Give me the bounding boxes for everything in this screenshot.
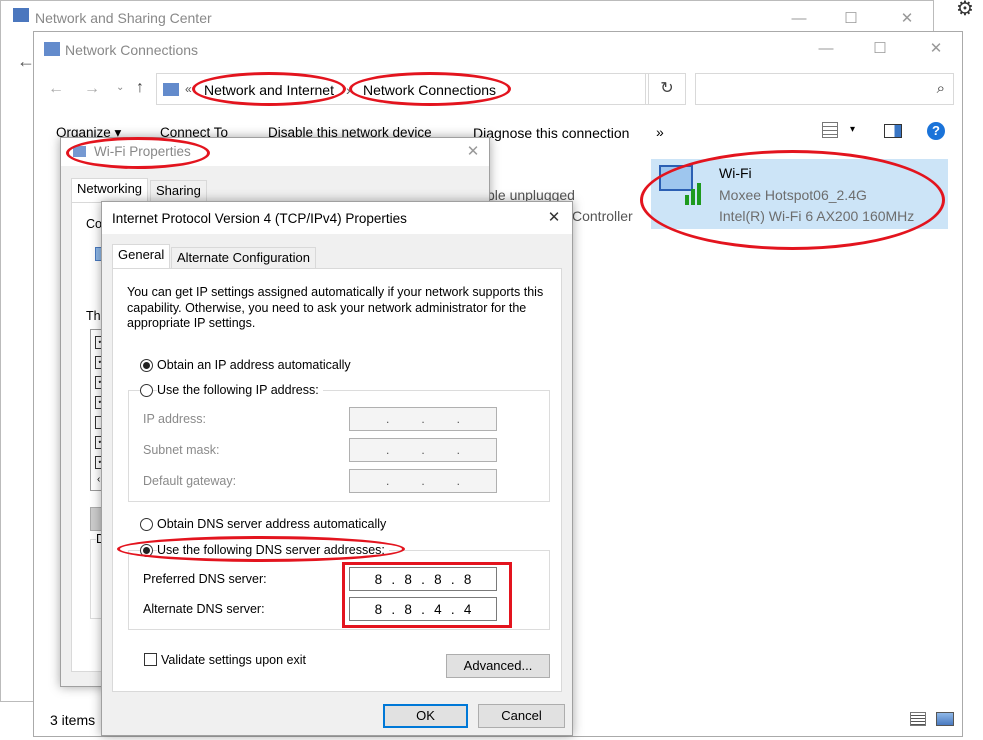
more-button[interactable]: » xyxy=(656,124,664,140)
refresh-icon[interactable]: ↻ xyxy=(648,73,686,105)
validate-label[interactable]: Validate settings upon exit xyxy=(161,653,306,667)
dns-auto-label[interactable]: Obtain DNS server address automatically xyxy=(157,517,386,531)
forward-icon[interactable]: → xyxy=(84,80,100,98)
tab-networking[interactable]: Networking xyxy=(71,178,149,202)
gear-icon[interactable]: ⚙ xyxy=(956,0,974,21)
close-button[interactable]: ✕ xyxy=(916,37,956,61)
help-icon[interactable]: ? xyxy=(927,122,945,140)
annotation-ellipse-wifi-properties xyxy=(66,137,210,169)
search-input[interactable]: ⌕ xyxy=(695,73,954,105)
up-icon[interactable]: ↑ xyxy=(136,79,144,97)
minimize-button[interactable]: — xyxy=(806,37,846,61)
preferred-dns-label: Preferred DNS server: xyxy=(143,572,267,586)
close-button[interactable]: ✕ xyxy=(453,140,493,164)
details-view-icon[interactable] xyxy=(910,712,926,726)
alternate-dns-label: Alternate DNS server: xyxy=(143,602,265,616)
dialog-title: Internet Protocol Version 4 (TCP/IPv4) P… xyxy=(112,211,407,226)
cancel-button[interactable]: Cancel xyxy=(478,704,565,728)
maximize-button[interactable]: ☐ xyxy=(831,7,871,31)
minimize-button[interactable]: — xyxy=(779,7,819,31)
titlebar: Internet Protocol Version 4 (TCP/IPv4) P… xyxy=(102,202,572,234)
items-label: Th xyxy=(86,309,101,323)
maximize-button[interactable]: ☐ xyxy=(860,37,900,61)
network-icon xyxy=(163,83,179,96)
network-icon xyxy=(13,8,29,22)
default-gateway-field[interactable]: ... xyxy=(349,469,497,493)
tab-sharing[interactable]: Sharing xyxy=(150,180,207,202)
close-button[interactable]: ✕ xyxy=(887,7,927,31)
ip-manual-label[interactable]: Use the following IP address: xyxy=(157,383,323,397)
window-title: Network Connections xyxy=(65,42,199,58)
subnet-mask-label: Subnet mask: xyxy=(143,443,220,457)
dns-auto-radio[interactable] xyxy=(140,518,153,531)
ipv4-properties-dialog: Internet Protocol Version 4 (TCP/IPv4) P… xyxy=(101,201,573,736)
annotation-ellipse-dns-manual xyxy=(117,536,405,562)
recent-dropdown-icon[interactable]: ⌄ xyxy=(116,82,124,93)
annotation-ellipse-network-connections xyxy=(349,72,511,106)
window-title: Network and Sharing Center xyxy=(35,10,212,26)
network-folder-icon xyxy=(44,42,60,56)
back-icon[interactable]: ← xyxy=(48,80,64,98)
subnet-mask-field[interactable]: ... xyxy=(349,438,497,462)
ip-auto-radio[interactable] xyxy=(140,359,153,372)
controller-text: Controller xyxy=(572,208,633,224)
description-text: You can get IP settings assigned automat… xyxy=(127,285,544,330)
ok-button[interactable]: OK xyxy=(383,704,468,728)
ip-address-label: IP address: xyxy=(143,412,207,426)
tab-general[interactable]: General xyxy=(112,244,171,268)
preview-pane-icon[interactable] xyxy=(884,124,902,138)
diagnose-button[interactable]: Diagnose this connection xyxy=(473,125,629,141)
ip-auto-label[interactable]: Obtain an IP address automatically xyxy=(157,358,351,372)
search-icon[interactable]: ⌕ xyxy=(937,80,945,97)
advanced-button[interactable]: Advanced... xyxy=(446,654,550,678)
annotation-ellipse-network-internet xyxy=(192,72,346,106)
validate-checkbox[interactable] xyxy=(144,653,157,666)
large-icons-view-icon[interactable] xyxy=(936,712,954,726)
general-panel: You can get IP settings assigned automat… xyxy=(112,268,562,692)
change-view-icon[interactable] xyxy=(822,122,838,138)
item-count: 3 items xyxy=(50,712,96,728)
tab-alternate-configuration[interactable]: Alternate Configuration xyxy=(171,247,316,269)
scroll-left-icon[interactable]: ‹ xyxy=(97,474,100,485)
ip-address-field[interactable]: ... xyxy=(349,407,497,431)
close-button[interactable]: ✕ xyxy=(534,206,574,230)
default-gateway-label: Default gateway: xyxy=(143,474,237,488)
connect-using-label: Co xyxy=(86,217,102,231)
ip-manual-radio[interactable] xyxy=(140,384,153,397)
annotation-rect-dns-values xyxy=(342,562,512,628)
breadcrumb-separator: « xyxy=(185,82,192,96)
view-dropdown-icon[interactable]: ▾ xyxy=(850,124,855,135)
annotation-ellipse-wifi-adapter xyxy=(640,150,945,250)
